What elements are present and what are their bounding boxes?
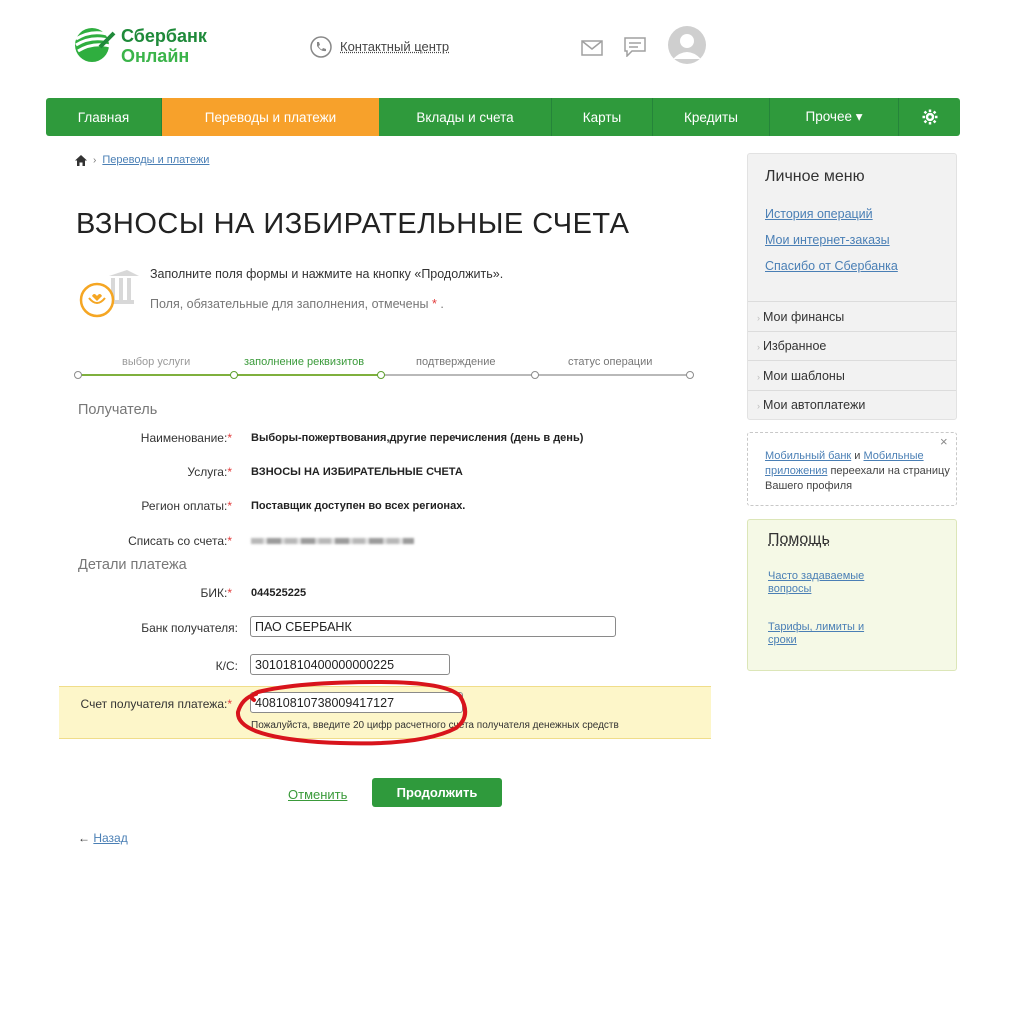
- step-dot-2: [230, 371, 238, 379]
- chevron-right-icon: ›: [757, 342, 760, 352]
- menu-item-autopayments[interactable]: › Мои автоплатежи: [757, 398, 865, 412]
- personal-menu-title: Личное меню: [765, 168, 865, 185]
- back-arrow-icon: ←: [78, 831, 90, 845]
- recipient-section-title: Получатель: [78, 402, 158, 418]
- page-title: ВЗНОСЫ НА ИЗБИРАТЕЛЬНЫЕ СЧЕТА: [76, 208, 630, 240]
- red-annotation-circle: [228, 676, 478, 754]
- breadcrumb: › Переводы и платежи: [75, 154, 209, 166]
- ks-label: К/С:: [215, 659, 238, 673]
- step-dot-3: [377, 371, 385, 379]
- link-spasibo[interactable]: Спасибо от Сбербанка: [765, 259, 898, 273]
- recipient-account-label: Счет получателя платежа:*: [80, 697, 232, 711]
- mobile-bank-link[interactable]: Мобильный банк: [765, 450, 851, 462]
- close-icon[interactable]: ×: [940, 434, 948, 449]
- home-icon[interactable]: [75, 154, 87, 166]
- help-title[interactable]: Помощь: [768, 531, 830, 549]
- nav-credits[interactable]: Кредиты: [653, 98, 770, 136]
- menu-divider: [748, 390, 956, 391]
- avatar[interactable]: [667, 25, 707, 68]
- step-select-service: выбор услуги: [122, 356, 191, 368]
- nav-settings[interactable]: [899, 98, 960, 136]
- back-link[interactable]: ← Назад: [78, 831, 128, 845]
- menu-divider: [748, 301, 956, 302]
- mail-icon[interactable]: [581, 40, 603, 59]
- menu-divider: [748, 331, 956, 332]
- details-section-title: Детали платежа: [78, 557, 187, 573]
- logo-subtitle: Онлайн: [121, 46, 190, 66]
- menu-divider: [748, 360, 956, 361]
- gear-icon: [922, 109, 937, 125]
- step-status: статус операции: [568, 356, 653, 368]
- region-label: Регион оплаты:*: [141, 499, 232, 513]
- bik-value: 044525225: [251, 587, 307, 599]
- menu-item-favorites[interactable]: › Избранное: [757, 339, 826, 353]
- nav-cards[interactable]: Карты: [552, 98, 653, 136]
- link-faq[interactable]: Часто задаваемые вопросы: [768, 570, 888, 596]
- nav-deposits[interactable]: Вклады и счета: [379, 98, 552, 136]
- name-label: Наименование:*: [140, 431, 232, 445]
- step-fill-details: заполнение реквизитов: [244, 356, 365, 368]
- nav-transfers[interactable]: Переводы и платежи: [162, 98, 379, 136]
- service-label: Услуга:*: [187, 465, 232, 479]
- step-dot-5: [686, 371, 694, 379]
- payment-service-icon: [77, 268, 139, 321]
- required-hint: Поля, обязательные для заполнения, отмеч…: [150, 297, 444, 311]
- chevron-right-icon: ›: [757, 372, 760, 382]
- step-confirm: подтверждение: [416, 356, 496, 368]
- main-nav: Главная Переводы и платежи Вклады и счет…: [46, 98, 960, 136]
- form-hint: Заполните поля формы и нажмите на кнопку…: [150, 267, 504, 281]
- bank-label: Банк получателя:: [141, 621, 238, 635]
- link-tariffs[interactable]: Тарифы, лимиты и сроки: [768, 621, 888, 647]
- source-account-select[interactable]: [251, 538, 414, 544]
- chevron-right-icon: ›: [757, 313, 760, 323]
- region-value: Поставщик доступен во всех регионах.: [251, 500, 466, 512]
- chat-icon[interactable]: [624, 37, 646, 60]
- notice-text: Мобильный банк и Мобильные приложения пе…: [765, 450, 950, 492]
- logo-title: Сбербанк: [121, 26, 207, 46]
- link-operation-history[interactable]: История операций: [765, 207, 873, 221]
- link-internet-orders[interactable]: Мои интернет-заказы: [765, 233, 890, 247]
- back-link-label: Назад: [93, 831, 128, 845]
- step-dot-1: [74, 371, 82, 379]
- step-dot-4: [531, 371, 539, 379]
- cancel-link[interactable]: Отменить: [288, 787, 347, 802]
- chevron-right-icon: ›: [757, 401, 760, 411]
- source-account-label: Списать со счета:*: [128, 534, 232, 548]
- service-value: ВЗНОСЫ НА ИЗБИРАТЕЛЬНЫЕ СЧЕТА: [251, 466, 463, 478]
- menu-item-finances[interactable]: › Мои финансы: [757, 310, 844, 324]
- phone-icon: [310, 36, 332, 61]
- ks-field[interactable]: [250, 654, 450, 675]
- breadcrumb-separator-icon: ›: [93, 154, 97, 166]
- nav-home[interactable]: Главная: [46, 98, 162, 136]
- menu-item-templates[interactable]: › Мои шаблоны: [757, 369, 845, 383]
- breadcrumb-link-transfers[interactable]: Переводы и платежи: [102, 154, 209, 166]
- logo-mark-icon: [75, 28, 116, 62]
- sberbank-logo[interactable]: [70, 25, 118, 63]
- bank-name-field[interactable]: [250, 616, 616, 637]
- nav-other[interactable]: Прочее ▾: [770, 98, 899, 136]
- contact-center-link[interactable]: Контактный центр: [340, 39, 449, 54]
- continue-button[interactable]: Продолжить: [372, 778, 502, 807]
- name-value: Выборы-пожертвования,другие перечисления…: [251, 432, 584, 444]
- bik-label: БИК:*: [200, 586, 233, 600]
